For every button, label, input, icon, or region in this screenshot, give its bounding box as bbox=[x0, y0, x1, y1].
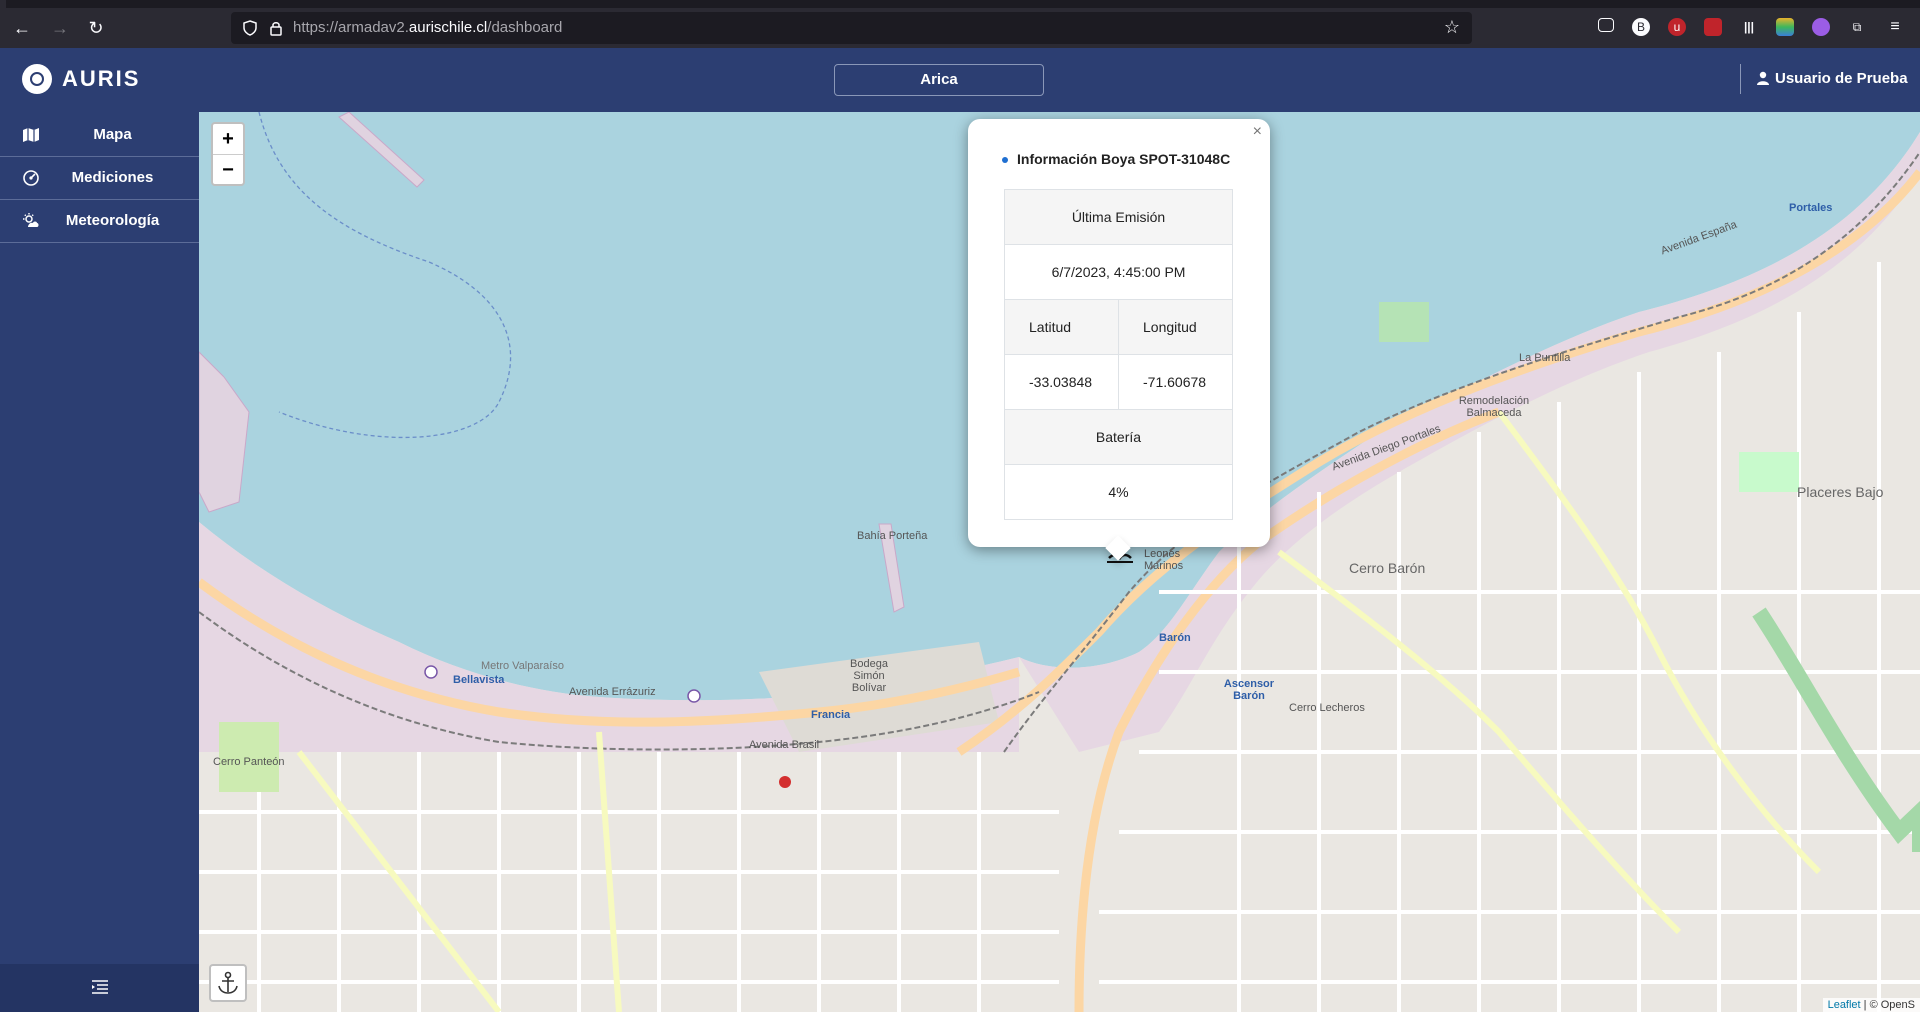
last-emission-label: Última Emisión bbox=[1004, 189, 1233, 245]
map-label-remodelacion: Remodelación Balmaceda bbox=[1458, 395, 1530, 419]
reload-icon[interactable]: ↻ bbox=[82, 14, 110, 42]
location-selector-button[interactable]: Arica bbox=[834, 64, 1044, 96]
tab-strip-bg bbox=[44, 0, 1920, 8]
gauge-icon bbox=[23, 170, 39, 186]
back-icon[interactable]: ← bbox=[8, 14, 36, 42]
green-corridor bbox=[1752, 607, 1920, 852]
tab-edge bbox=[0, 0, 6, 8]
user-menu[interactable]: Usuario de Prueba bbox=[1757, 70, 1908, 87]
user-icon bbox=[1757, 71, 1769, 85]
forward-icon[interactable]: → bbox=[46, 14, 74, 42]
latitude-value: -33.03848 bbox=[1004, 354, 1119, 410]
weather-icon bbox=[23, 213, 39, 227]
status-dot-icon bbox=[1002, 157, 1008, 163]
zoom-out-button[interactable]: − bbox=[213, 155, 243, 185]
park bbox=[1379, 302, 1429, 342]
header-divider bbox=[1740, 64, 1741, 94]
columns-icon[interactable]: ||| bbox=[1740, 18, 1758, 36]
anchor-icon bbox=[218, 971, 238, 994]
metro-station-icon bbox=[424, 665, 438, 679]
anchor-control-button[interactable] bbox=[209, 964, 247, 1002]
longitude-value: -71.60678 bbox=[1118, 354, 1233, 410]
map-icon bbox=[23, 128, 39, 142]
attribution-text: | © OpenS bbox=[1863, 999, 1915, 1011]
map-label-francia: Francia bbox=[811, 709, 851, 721]
bookmark-star-icon[interactable]: ☆ bbox=[1444, 17, 1460, 38]
map-label-avenida-errazuriz: Avenida Errázuriz bbox=[569, 686, 656, 698]
browser-toolbar: ← → ↻ https://armadav2.aurischile.cl/das… bbox=[0, 8, 1920, 48]
popup-close-button[interactable]: × bbox=[1253, 123, 1262, 141]
sidebar-item-mapa[interactable]: Mapa bbox=[0, 114, 199, 157]
last-emission-value: 6/7/2023, 4:45:00 PM bbox=[1004, 244, 1233, 300]
map-view[interactable]: Cerro Barón Placeres Bajo La Puntilla Re… bbox=[199, 112, 1920, 1012]
ublock-icon[interactable]: u bbox=[1668, 18, 1686, 36]
map-attribution: Leaflet | © OpenS bbox=[1822, 998, 1920, 1012]
sidebar: Mapa Mediciones Meteorología bbox=[0, 112, 199, 1012]
menu-hamburger-icon[interactable]: ≡ bbox=[1886, 18, 1904, 36]
user-name: Usuario de Prueba bbox=[1775, 70, 1908, 87]
brand-name: AURIS bbox=[62, 66, 141, 91]
leaflet-link[interactable]: Leaflet bbox=[1828, 999, 1861, 1011]
longitude-label: Longitud bbox=[1118, 299, 1233, 355]
zoom-in-button[interactable]: + bbox=[213, 124, 243, 155]
map-label-avenida-brasil: Avenida Brasil bbox=[749, 739, 820, 751]
map-label-baron: Barón bbox=[1159, 632, 1191, 644]
metro-station-icon bbox=[687, 689, 701, 703]
sidebar-item-meteorologia[interactable]: Meteorología bbox=[0, 200, 199, 243]
pocket-icon[interactable] bbox=[1598, 18, 1614, 32]
map-label-metro: Metro Valparaíso bbox=[481, 660, 564, 672]
park bbox=[1739, 452, 1799, 492]
extension-stack-icon[interactable] bbox=[1776, 18, 1794, 36]
buoy-info-popup: × Información Boya SPOT-31048C Última Em… bbox=[968, 119, 1270, 561]
extension-purple-icon[interactable] bbox=[1812, 18, 1830, 36]
url-text: https://armadav2.aurischile.cl/dashboard bbox=[293, 19, 563, 36]
map-label-cerro-baron: Cerro Barón bbox=[1349, 560, 1426, 576]
url-bar[interactable]: https://armadav2.aurischile.cl/dashboard… bbox=[231, 12, 1472, 44]
zoom-control: + − bbox=[211, 122, 245, 186]
map-label-placeres-bajo: Placeres Bajo bbox=[1797, 484, 1884, 500]
map-label-cerro-lecheros: Cerro Lecheros bbox=[1289, 702, 1365, 714]
tab-strip bbox=[0, 0, 1920, 8]
lock-icon bbox=[270, 22, 282, 36]
map-label-bellavista: Bellavista bbox=[453, 674, 505, 686]
battery-value: 4% bbox=[1004, 464, 1233, 520]
sidebar-item-mediciones[interactable]: Mediciones bbox=[0, 157, 199, 200]
auris-logo-icon bbox=[22, 64, 52, 94]
map-label-bahia-portena: Bahía Porteña bbox=[857, 530, 928, 542]
sidebar-item-label: Mapa bbox=[93, 126, 132, 143]
sidebar-item-label: Meteorología bbox=[65, 212, 160, 229]
shield-icon bbox=[243, 20, 257, 36]
map-label-portales: Portales bbox=[1789, 202, 1833, 214]
map-label-ascensor-baron: Ascensor Barón bbox=[1223, 678, 1275, 702]
hospital-icon bbox=[779, 776, 791, 788]
bitwarden-icon[interactable]: B bbox=[1632, 18, 1650, 36]
sidebar-item-label: Mediciones bbox=[71, 169, 154, 186]
collapse-menu-icon[interactable] bbox=[92, 980, 108, 994]
latitude-label: Latitud bbox=[1004, 299, 1119, 355]
app-header: AURIS Arica Usuario de Prueba bbox=[0, 48, 1920, 112]
battery-label: Batería bbox=[1004, 409, 1233, 465]
extension-red-icon[interactable] bbox=[1704, 18, 1722, 36]
sidebar-footer bbox=[0, 964, 199, 1012]
map-label-cerro-panteon: Cerro Panteón bbox=[213, 756, 285, 768]
buoy-info-table: Última Emisión 6/7/2023, 4:45:00 PM Lati… bbox=[1004, 189, 1233, 520]
popup-title: Información Boya SPOT-31048C bbox=[1017, 151, 1231, 167]
extensions-puzzle-icon[interactable]: ⧉ bbox=[1848, 18, 1866, 36]
map-label-la-puntilla: La Puntilla bbox=[1519, 352, 1571, 364]
map-label-bodega: Bodega Simón Bolívar bbox=[850, 658, 888, 694]
